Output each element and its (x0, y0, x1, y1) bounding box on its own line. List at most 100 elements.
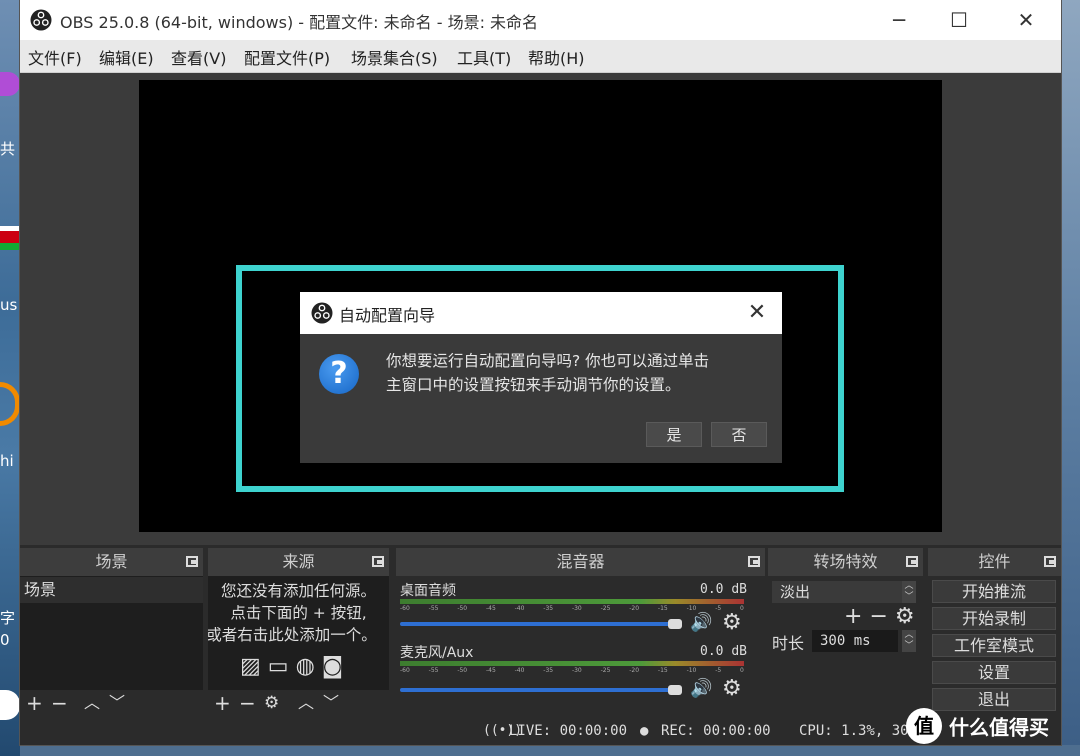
minimize-button[interactable]: ─ (869, 0, 929, 40)
remove-icon[interactable]: − (51, 690, 68, 716)
menu-scene-collection[interactable]: 场景集合(S) (351, 45, 438, 69)
rec-status: REC: 00:00:00 (661, 723, 771, 739)
desktop-app-icon[interactable] (0, 226, 20, 250)
desktop-app-icon[interactable] (0, 382, 20, 426)
sources-empty-message: 您还没有添加任何源。 点击下面的 + 按钮, 或者右击此处添加一个。 (208, 580, 389, 646)
mixer-body: 桌面音频 0.0 dB -60 -55 -50 -45 -40 -35 -30 -25 -20-… (396, 576, 765, 716)
gear-icon[interactable]: ⚙ (264, 690, 279, 716)
sources-dock: 来源 您还没有添加任何源。 点击下面的 + 按钮, 或者右击此处添加一个。 ▨ … (208, 548, 389, 716)
watermark-text: 什么值得买 (948, 715, 1049, 740)
scenes-dock: 场景 场景 + − ︿ ﹀ (20, 548, 203, 716)
gear-icon[interactable]: ⚙ (722, 610, 742, 635)
meter-tick: -60 (400, 667, 410, 674)
meter-scale: -60 -55 -50 -45 -40 -35 -30 -25 -20 -15 -10 -5 0 (400, 667, 744, 676)
meter-tick: -35 (543, 667, 554, 674)
start-streaming-button[interactable]: 开始推流 (932, 580, 1056, 603)
meter-tick: -25 (600, 667, 611, 674)
remove-icon[interactable]: − (869, 604, 887, 629)
meter-tick: -5 (715, 667, 722, 674)
move-up-icon[interactable]: ︿ (84, 690, 100, 716)
add-icon[interactable]: + (844, 604, 862, 629)
duration-input[interactable]: 300 ms (812, 630, 898, 652)
gear-icon[interactable]: ⚙ (895, 604, 915, 629)
meter-tick: -20 (629, 667, 640, 674)
source-type-icons: ▨ ▭ ◍ ◙ (240, 654, 343, 679)
move-down-icon[interactable]: ﹀ (109, 690, 125, 716)
question-icon: ? (319, 354, 359, 394)
meter-tick: -5 (715, 605, 722, 612)
move-down-icon[interactable]: ﹀ (323, 690, 339, 716)
channel-db: 0.0 dB (700, 582, 747, 597)
menu-view[interactable]: 查看(V) (171, 45, 226, 69)
sources-toolbar: + − ⚙ ︿ ﹀ (208, 690, 389, 716)
studio-mode-button[interactable]: 工作室模式 (932, 634, 1056, 657)
meter-tick: -15 (657, 667, 668, 674)
volume-slider[interactable] (400, 622, 682, 626)
settings-button[interactable]: 设置 (932, 661, 1056, 684)
remove-icon[interactable]: − (239, 690, 256, 716)
move-up-icon[interactable]: ︿ (298, 690, 314, 716)
controls-dock: 控件 开始推流 开始录制 工作室模式 设置 退出 (928, 548, 1061, 716)
float-dock-icon[interactable] (906, 556, 918, 567)
dialog-close-button[interactable]: ✕ (742, 298, 772, 328)
transition-select[interactable]: 淡出 (772, 581, 916, 603)
desktop-label: 0 (0, 631, 10, 649)
window-title: OBS 25.0.8 (64-bit, windows) - 配置文件: 未命名… (60, 13, 539, 32)
start-recording-button[interactable]: 开始录制 (932, 607, 1056, 630)
gear-icon[interactable]: ⚙ (722, 676, 742, 701)
float-dock-icon[interactable] (186, 556, 198, 567)
desktop-app-icon[interactable] (0, 690, 20, 720)
obs-logo-icon (30, 9, 52, 31)
dock-title: 转场特效 (768, 548, 923, 576)
browser-globe-icon: ◍ (295, 654, 315, 679)
float-dock-icon[interactable] (748, 556, 760, 567)
meter-tick: -15 (657, 605, 668, 612)
menu-profile[interactable]: 配置文件(P) (244, 45, 330, 69)
speaker-icon[interactable]: 🔊 (690, 612, 712, 633)
volume-slider-thumb[interactable] (668, 685, 682, 695)
maximize-button[interactable]: ☐ (929, 0, 989, 40)
dialog-title-bar[interactable]: 自动配置向导 ✕ (300, 292, 782, 334)
transition-toolbar: + − ⚙ (844, 604, 915, 629)
dialog-message-line: 你想要运行自动配置向导吗? 你也可以通过单击 (386, 352, 710, 370)
menu-file[interactable]: 文件(F) (28, 45, 82, 69)
float-dock-icon[interactable] (372, 556, 384, 567)
select-arrows-icon[interactable]: ︿ ﹀ (902, 581, 916, 603)
channel-db: 0.0 dB (700, 644, 747, 659)
yes-button[interactable]: 是 (646, 422, 702, 447)
dialog-title: 自动配置向导 (339, 306, 436, 325)
scenes-title: 场景 (95, 552, 128, 571)
no-button[interactable]: 否 (711, 422, 767, 447)
speaker-icon[interactable]: 🔊 (690, 678, 712, 699)
add-icon[interactable]: + (26, 690, 43, 716)
scene-item[interactable]: 场景 (20, 577, 203, 603)
mixer-title: 混音器 (556, 552, 605, 571)
sources-empty-line: 或者右击此处添加一个。 (208, 626, 377, 644)
menu-bar: 文件(F) 编辑(E) 查看(V) 配置文件(P) 场景集合(S) 工具(T) … (20, 40, 1061, 73)
float-dock-icon[interactable] (1044, 556, 1056, 567)
meter-tick: -40 (514, 605, 525, 612)
desktop-label: 字 (0, 609, 16, 627)
auto-config-dialog: 自动配置向导 ✕ ? 你想要运行自动配置向导吗? 你也可以通过单击 主窗口中的设… (300, 292, 782, 463)
volume-meter (400, 661, 744, 666)
meter-tick: -55 (428, 667, 439, 674)
duration-label: 时长 (772, 634, 805, 653)
desktop-app-icon[interactable] (0, 72, 20, 96)
volume-slider[interactable] (400, 688, 682, 692)
channel-name: 麦克风/Aux (400, 645, 474, 661)
sources-empty-line: 您还没有添加任何源。 (220, 582, 376, 600)
sources-list[interactable]: 您还没有添加任何源。 点击下面的 + 按钮, 或者右击此处添加一个。 ▨ ▭ ◍… (208, 576, 389, 690)
close-button[interactable]: ✕ (996, 0, 1056, 40)
title-bar[interactable]: OBS 25.0.8 (64-bit, windows) - 配置文件: 未命名… (20, 0, 1061, 40)
sources-title: 来源 (282, 552, 315, 571)
menu-tools[interactable]: 工具(T) (457, 45, 511, 69)
volume-slider-thumb[interactable] (668, 619, 682, 629)
scenes-list[interactable]: 场景 (20, 576, 203, 690)
dock-title: 控件 (928, 548, 1061, 576)
add-icon[interactable]: + (214, 690, 231, 716)
display-icon: ▭ (267, 654, 289, 679)
cpu-status: CPU: 1.3%, 30 (799, 723, 909, 739)
menu-help[interactable]: 帮助(H) (528, 45, 585, 69)
menu-edit[interactable]: 编辑(E) (99, 45, 154, 69)
duration-stepper[interactable]: ︿ ﹀ (902, 630, 916, 652)
